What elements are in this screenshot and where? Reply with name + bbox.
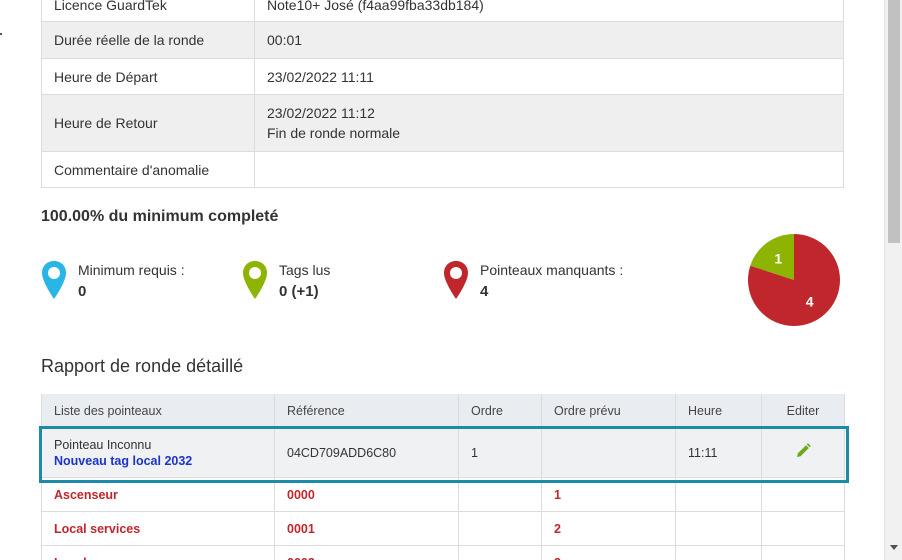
col-header: Editer xyxy=(761,394,845,428)
stat-value: 0 xyxy=(78,283,87,300)
info-value: 23/02/2022 11:11 xyxy=(254,58,844,95)
return-status: Fin de ronde normale xyxy=(267,125,401,141)
reference-cell: 0000 xyxy=(274,477,459,512)
reference-cell: 04CD709ADD6C80 xyxy=(274,427,459,478)
completion-title: 100.00% du minimum completé xyxy=(41,208,279,225)
info-label: Heure de Retour xyxy=(41,94,255,152)
report-title: Rapport de ronde détaillé xyxy=(41,356,244,376)
col-header[interactable]: Heure xyxy=(675,394,762,428)
edit-cell xyxy=(761,545,845,560)
stat-value: 4 xyxy=(480,283,489,300)
stat-value: 0 (+1) xyxy=(279,283,319,300)
col-header[interactable]: Référence xyxy=(274,394,459,428)
time-cell: 11:11 xyxy=(675,427,762,478)
info-value xyxy=(254,151,844,188)
location-pin-icon xyxy=(243,261,267,299)
vertical-scrollbar[interactable] xyxy=(884,0,902,560)
pie-slice-label: 4 xyxy=(806,294,814,310)
edit-cell xyxy=(761,511,845,546)
planned-order-cell: 1 xyxy=(541,477,676,512)
col-header[interactable]: Ordre xyxy=(458,394,542,428)
reference-cell: 0001 xyxy=(274,511,459,546)
info-label: Heure de Départ xyxy=(41,58,255,95)
checkpoint-name-cell: Local services xyxy=(41,511,275,546)
table-row: Local services 0001 2 xyxy=(41,511,845,546)
scroll-down-arrow-icon[interactable] xyxy=(890,545,898,550)
completion-pie-chart: 14 xyxy=(748,234,840,326)
edit-cell xyxy=(761,477,845,512)
col-header[interactable]: Liste des pointeaux xyxy=(41,394,275,428)
planned-order-cell xyxy=(541,427,676,478)
scrollbar-thumb[interactable] xyxy=(888,0,900,243)
checkpoint-name-cell: Ascenseur xyxy=(41,477,275,512)
order-cell: 1 xyxy=(458,427,542,478)
info-row-license: Licence GuardTek Note10+ José (f4aa99fba… xyxy=(41,0,844,22)
planned-order-cell: 3 xyxy=(541,545,676,560)
time-cell xyxy=(675,511,762,546)
table-header-row: Liste des pointeaux Référence Ordre Ordr… xyxy=(41,394,845,428)
info-value: 23/02/2022 11:12 Fin de ronde normale xyxy=(254,94,844,152)
stat-label: Minimum requis : xyxy=(78,262,185,278)
stat-label: Tags lus xyxy=(279,262,331,278)
round-detail-panel: Licence GuardTek Note10+ José (f4aa99fba… xyxy=(0,0,884,560)
info-row-start: Heure de Départ 23/02/2022 11:11 xyxy=(41,58,844,95)
info-value: Note10+ José (f4aa99fba33db184) xyxy=(254,0,844,22)
checkpoint-link[interactable]: Nouveau tag local 2032 xyxy=(54,454,262,468)
planned-order-cell: 2 xyxy=(541,511,676,546)
time-cell xyxy=(675,545,762,560)
stat-label: Pointeaux manquants : xyxy=(480,262,624,278)
info-row-return: Heure de Retour 23/02/2022 11:12 Fin de … xyxy=(41,94,844,152)
info-row-anomaly: Commentaire d'anomalie xyxy=(41,151,844,188)
pie-slice-label: 1 xyxy=(774,250,782,266)
info-row-duration: Durée réelle de la ronde 00:01 xyxy=(41,21,844,59)
pencil-icon[interactable] xyxy=(795,443,811,459)
checkpoints-table: Liste des pointeaux Référence Ordre Ordr… xyxy=(41,394,845,560)
info-label: Commentaire d'anomalie xyxy=(41,151,255,188)
time-cell xyxy=(675,477,762,512)
order-cell xyxy=(458,545,542,560)
order-cell xyxy=(458,511,542,546)
table-row: Ascenseur 0000 1 xyxy=(41,477,845,512)
col-header[interactable]: Ordre prévu xyxy=(541,394,676,428)
table-row: Pointeau Inconnu Nouveau tag local 2032 … xyxy=(41,427,845,478)
checkpoint-name-cell: Local ... xyxy=(41,545,275,560)
edit-cell xyxy=(761,427,845,478)
checkpoint-name: Pointeau Inconnu xyxy=(54,437,152,452)
info-label: Licence GuardTek xyxy=(41,0,255,22)
info-label: Durée réelle de la ronde xyxy=(41,21,255,59)
table-row: Local ... 0002 3 xyxy=(41,545,845,560)
info-value: 00:01 xyxy=(254,21,844,59)
reference-cell: 0002 xyxy=(274,545,459,560)
checkpoint-name-cell: Pointeau Inconnu Nouveau tag local 2032 xyxy=(41,427,275,478)
location-pin-icon xyxy=(444,261,468,299)
order-cell xyxy=(458,477,542,512)
round-info-table: Licence GuardTek Note10+ José (f4aa99fba… xyxy=(41,0,844,188)
return-time: 23/02/2022 11:12 xyxy=(267,105,375,121)
location-pin-icon xyxy=(42,261,66,299)
